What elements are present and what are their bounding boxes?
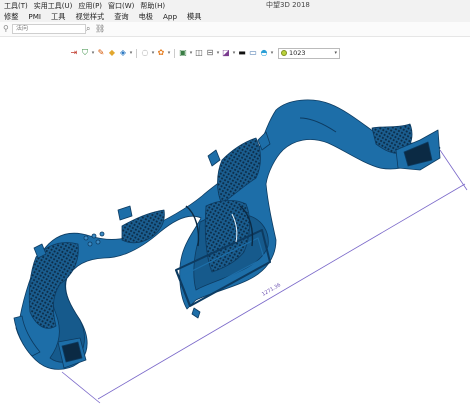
shade-icon[interactable]: ◆ bbox=[107, 48, 117, 58]
chevron-down-icon[interactable]: ▾ bbox=[270, 50, 274, 56]
display-mode-icon[interactable]: ◪ bbox=[221, 48, 231, 58]
menu-applications[interactable]: 应用(P) bbox=[75, 1, 105, 11]
duct-model[interactable] bbox=[13, 99, 441, 370]
visibility-icon[interactable]: ◌ bbox=[140, 48, 150, 58]
command-input[interactable] bbox=[12, 24, 86, 34]
tab-inquire[interactable]: 查询 bbox=[109, 12, 133, 22]
toolbar-divider bbox=[136, 48, 137, 58]
chevron-down-icon[interactable]: ▾ bbox=[151, 50, 155, 56]
chevron-down-icon[interactable]: ▾ bbox=[232, 50, 236, 56]
chevron-down-icon[interactable]: ▾ bbox=[129, 50, 133, 56]
background-icon[interactable]: ▭ bbox=[248, 48, 258, 58]
line-style-icon[interactable]: ▬ bbox=[237, 48, 247, 58]
search-icon[interactable]: ⌕ bbox=[86, 24, 90, 34]
layer-name: 1023 bbox=[289, 49, 306, 57]
menu-tools[interactable]: 工具(T) bbox=[0, 1, 31, 11]
dimension-label: 1271.36 bbox=[261, 282, 282, 298]
bulb-icon bbox=[281, 50, 287, 56]
chevron-down-icon[interactable]: ▾ bbox=[189, 50, 193, 56]
clip-icon[interactable]: ⊟ bbox=[205, 48, 215, 58]
filter-icon[interactable]: ⛉ bbox=[80, 48, 90, 58]
menu-window[interactable]: 窗口(W) bbox=[105, 1, 137, 11]
chevron-down-icon[interactable]: ▾ bbox=[91, 50, 95, 56]
chevron-down-icon[interactable]: ▾ bbox=[167, 50, 171, 56]
model-view[interactable]: 1271.36 bbox=[0, 62, 470, 407]
chevron-down-icon: ▾ bbox=[334, 50, 337, 56]
command-bar: ⚲ ⌕ ⛓ bbox=[0, 22, 470, 37]
tab-trim[interactable]: 修整 bbox=[0, 12, 23, 22]
view-toolbar: ⇥ ⛉ ▾ ✎ ◆ ◈ ▾ ◌ ▾ ✿ ▾ ▣ ▾ ◫ ⊟ ▾ ◪ ▾ ▬ ▭ … bbox=[69, 47, 340, 59]
tab-app[interactable]: App bbox=[158, 12, 182, 21]
color-brush-icon[interactable]: ✎ bbox=[96, 48, 106, 58]
assembly-icon[interactable]: ✿ bbox=[156, 48, 166, 58]
menu-utilities[interactable]: 实用工具(U) bbox=[31, 1, 76, 11]
frame-icon[interactable]: ▣ bbox=[178, 48, 188, 58]
chevron-down-icon[interactable]: ▾ bbox=[216, 50, 220, 56]
tab-pmi[interactable]: PMI bbox=[23, 12, 46, 21]
tab-visual-style[interactable]: 视觉样式 bbox=[70, 12, 109, 22]
link-icon[interactable]: ⛓ bbox=[95, 24, 105, 33]
layer-select[interactable]: 1023 ▾ bbox=[278, 47, 340, 59]
pin-icon[interactable]: ⚲ bbox=[3, 24, 9, 33]
menu-help[interactable]: 帮助(H) bbox=[137, 1, 168, 11]
graphics-viewport[interactable]: 1271.36 bbox=[0, 62, 470, 407]
view-cube-icon[interactable]: ◈ bbox=[118, 48, 128, 58]
window-title: 中望3D 2018 bbox=[266, 1, 310, 9]
tab-mold[interactable]: 模具 bbox=[182, 12, 206, 22]
material-icon[interactable]: ◓ bbox=[259, 48, 269, 58]
tab-tools[interactable]: 工具 bbox=[46, 12, 70, 22]
exit-icon[interactable]: ⇥ bbox=[69, 48, 79, 58]
section-icon[interactable]: ◫ bbox=[194, 48, 204, 58]
tab-electrode[interactable]: 电极 bbox=[134, 12, 158, 22]
menu-bar: 工具(T) 实用工具(U) 应用(P) 窗口(W) 帮助(H) bbox=[0, 0, 470, 11]
toolbar-divider bbox=[174, 48, 175, 58]
